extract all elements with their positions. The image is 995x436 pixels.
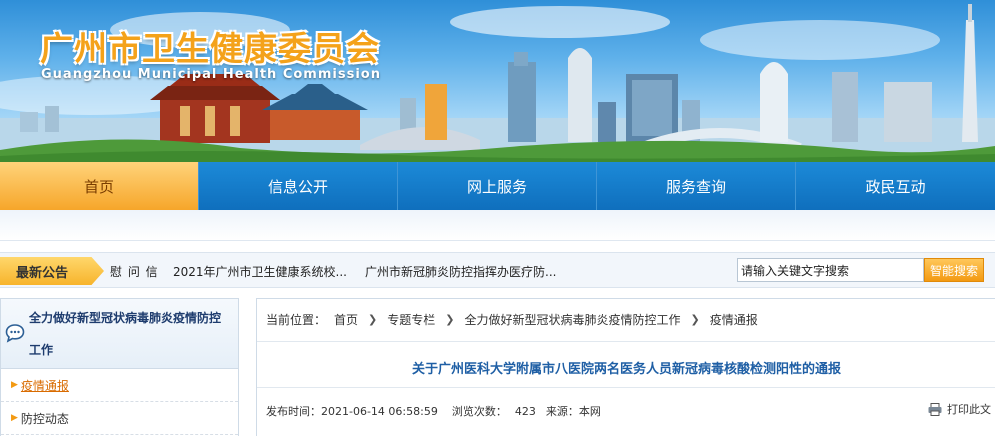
nav-item-public-interaction[interactable]: 政民互动 [796, 162, 995, 210]
views-value: 423 [514, 405, 536, 418]
notice-item-2[interactable]: 2021年广州市卫生健康系统校... [173, 263, 347, 280]
chat-bubble-icon [5, 324, 25, 343]
source-value: 本网 [578, 405, 601, 418]
nav-item-service-query[interactable]: 服务查询 [597, 162, 796, 210]
article-panel: 当前位置： 首页 ❯ 专题专栏 ❯ 全力做好新型冠状病毒肺炎疫情防控工作 ❯ 疫… [256, 298, 995, 436]
notice-item-1[interactable]: 慰 问 信 [110, 263, 159, 280]
article-meta: 发布时间：2021-06-14 06:58:59 浏览次数： 423 来源：本网 [266, 403, 607, 419]
site-banner: 广州市卫生健康委员会 Guangzhou Municipal Health Co… [0, 0, 995, 162]
article-title: 关于广州医科大学附属市八医院两名医务人员新冠病毒核酸检测阳性的通报 [411, 362, 841, 377]
views-label: 浏览次数： [451, 405, 507, 418]
breadcrumb-separator-icon: ❯ [368, 313, 378, 326]
divider [257, 387, 995, 388]
divider [257, 341, 995, 342]
breadcrumb-separator-icon: ❯ [445, 313, 455, 326]
arrow-right-icon: ▶ [11, 380, 18, 390]
search-button[interactable]: 智能搜索 [924, 258, 984, 282]
nav-item-home[interactable]: 首页 [0, 162, 199, 210]
published-value: 2021-06-14 06:58:59 [321, 405, 438, 418]
notice-item-3[interactable]: 广州市新冠肺炎防控指挥办医疗防... [365, 263, 556, 280]
sidebar-item-prevention-news[interactable]: ▶ 防控动态 [1, 402, 238, 435]
breadcrumb-separator-icon: ❯ [690, 313, 700, 326]
print-label: 打印此文 [947, 403, 991, 416]
main-nav: 首页 信息公开 网上服务 服务查询 政民互动 [0, 162, 995, 210]
breadcrumb-home[interactable]: 首页 [334, 311, 358, 328]
arrow-right-icon: ▶ [11, 413, 18, 423]
nav-item-info-disclosure[interactable]: 信息公开 [199, 162, 398, 210]
published-label: 发布时间： [266, 405, 321, 418]
sidebar-item-label: 疫情通报 [20, 378, 69, 393]
nav-item-online-services[interactable]: 网上服务 [398, 162, 597, 210]
sidebar-heading-line2: 工作 [29, 343, 54, 357]
nav-sub-strip [0, 210, 995, 241]
breadcrumb-special-topics[interactable]: 专题专栏 [387, 311, 435, 328]
sidebar-heading: 全力做好新型冠状病毒肺炎疫情防控 工作 [1, 299, 238, 369]
print-button[interactable]: 打印此文 [928, 401, 991, 417]
source-label: 来源： [545, 405, 579, 418]
sidebar-heading-line1: 全力做好新型冠状病毒肺炎疫情防控 [29, 311, 222, 325]
breadcrumb-epidemic-control[interactable]: 全力做好新型冠状病毒肺炎疫情防控工作 [464, 311, 680, 328]
printer-icon [928, 402, 942, 416]
notice-label: 最新公告 [0, 257, 104, 285]
site-subtitle: Guangzhou Municipal Health Commission [41, 67, 381, 82]
search-input[interactable] [737, 258, 924, 282]
breadcrumb: 当前位置： 首页 ❯ 专题专栏 ❯ 全力做好新型冠状病毒肺炎疫情防控工作 ❯ 疫… [266, 311, 758, 328]
site-title: 广州市卫生健康委员会 [40, 29, 380, 68]
sidebar: 全力做好新型冠状病毒肺炎疫情防控 工作 ▶ 疫情通报 ▶ 防控动态 [0, 298, 239, 436]
breadcrumb-prefix: 当前位置： [266, 313, 327, 327]
sidebar-item-label: 防控动态 [20, 411, 69, 426]
sidebar-item-epidemic-report[interactable]: ▶ 疫情通报 [1, 369, 238, 402]
breadcrumb-epidemic-report[interactable]: 疫情通报 [710, 311, 758, 328]
